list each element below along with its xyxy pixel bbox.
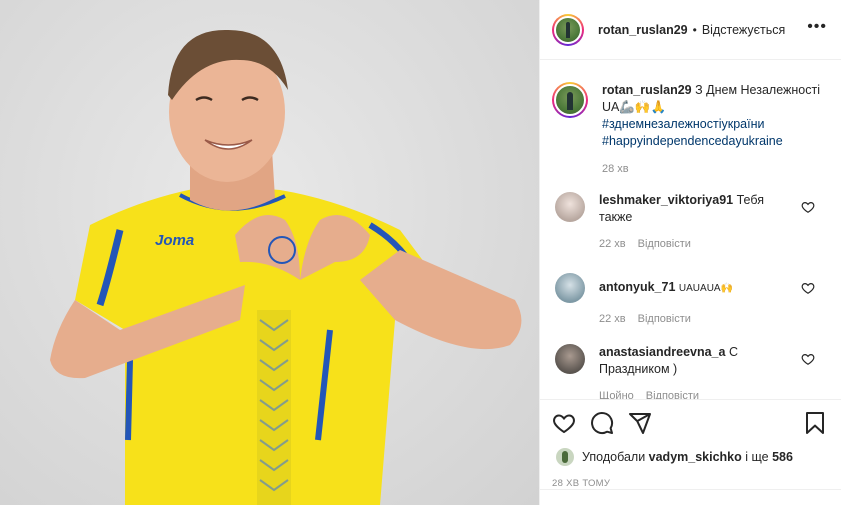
comment-username[interactable]: antonyuk_71 (599, 280, 675, 294)
comment-username[interactable]: anastasiandreevna_a (599, 345, 725, 359)
player-illustration: Joma (50, 29, 522, 505)
brand-logo: Joma (155, 232, 194, 249)
avatar[interactable] (552, 13, 584, 46)
header-separator: • (692, 22, 697, 37)
post-photo[interactable]: Joma (0, 0, 539, 505)
comment-text: UAUAUA🙌 (678, 283, 734, 294)
header-username[interactable]: rotan_ruslan29 (598, 23, 688, 37)
liker-avatar[interactable] (556, 448, 574, 466)
comment-time: 22 хв (599, 238, 626, 250)
heart-icon[interactable] (801, 200, 815, 214)
post-caption: rotan_ruslan29 З Днем Незалежності UA🦾🙌🙏… (552, 61, 829, 178)
likes-prefix: Уподобали (582, 450, 646, 464)
more-horizontal-icon[interactable]: ••• (807, 19, 827, 35)
heart-icon[interactable] (801, 352, 815, 366)
hashtag-link[interactable]: #happyindependencedayukraine (602, 133, 822, 150)
comment-time: 22 хв (599, 313, 626, 325)
share-icon[interactable] (628, 411, 652, 435)
comment-avatar[interactable] (555, 192, 585, 222)
comment-icon[interactable] (590, 411, 614, 435)
comment-time: Щойно (599, 390, 634, 399)
bookmark-icon[interactable] (803, 411, 827, 435)
comment-divider (540, 489, 841, 490)
heart-icon[interactable] (552, 411, 576, 435)
post-timestamp[interactable]: 28 ХВ ТОМУ (552, 478, 829, 489)
comment-avatar[interactable] (555, 344, 585, 374)
post-actions: Уподобали vadym_skichko і ще 586 28 ХВ Т… (540, 399, 841, 489)
post-sidebar: rotan_ruslan29 • Відстежується ••• rotan… (539, 0, 841, 505)
follow-status-button[interactable]: Відстежується (702, 23, 785, 37)
likes-middle: і ще (745, 450, 769, 464)
likes-count[interactable]: 586 (772, 450, 793, 464)
comment-username[interactable]: leshmaker_viktoriya91 (599, 193, 733, 207)
comment-avatar[interactable] (555, 273, 585, 303)
caption-avatar[interactable] (552, 82, 588, 118)
hashtag-link[interactable]: #зднемнезалежностіукраїни (602, 116, 822, 133)
reply-button[interactable]: Відповісти (638, 236, 691, 253)
heart-icon[interactable] (801, 281, 815, 295)
reply-button[interactable]: Відповісти (638, 311, 691, 328)
comment-item: anastasiandreevna_a С Праздником ) Щойно… (552, 344, 829, 399)
liker-username[interactable]: vadym_skichko (649, 450, 742, 464)
post-header: rotan_ruslan29 • Відстежується ••• (540, 0, 841, 60)
comment-item: antonyuk_71 UAUAUA🙌 22 хв Відповісти (552, 273, 829, 328)
caption-time: 28 хв (602, 163, 629, 175)
comment-item: leshmaker_viktoriya91 Тебя также 22 хв В… (552, 192, 829, 253)
comments-section[interactable]: rotan_ruslan29 З Днем Незалежності UA🦾🙌🙏… (540, 61, 841, 399)
reply-button[interactable]: Відповісти (646, 388, 699, 399)
likes-summary: Уподобали vadym_skichko і ще 586 (552, 448, 829, 466)
caption-username[interactable]: rotan_ruslan29 (602, 83, 692, 97)
